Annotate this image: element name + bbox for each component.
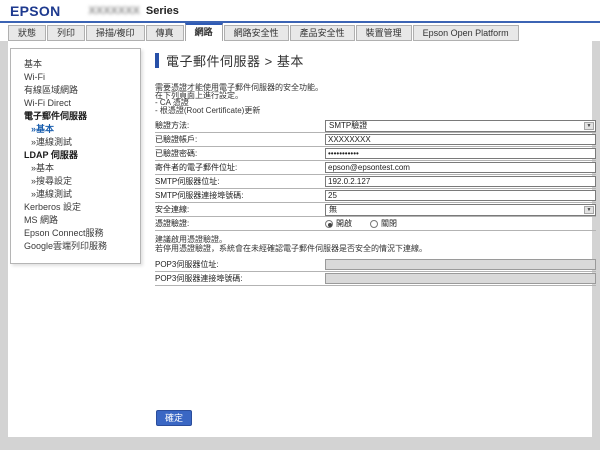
certificate-validation-option-0[interactable]: 開啟	[325, 218, 352, 229]
authenticated-password-control	[325, 148, 596, 159]
sidebar-item-wifi[interactable]: Wi-Fi	[24, 71, 136, 84]
sidebar-item-google-cloud-print-services[interactable]: Google雲端列印服務	[24, 240, 136, 253]
main-content: 電子郵件伺服器 > 基本 需要憑證才能使用電子郵件伺服器的安全功能。在下列頁面上…	[155, 52, 596, 286]
sidebar-item-wired-lan[interactable]: 有線區域網路	[24, 84, 136, 97]
sidebar-section-ldap-server: LDAP 伺服器	[24, 149, 136, 162]
authenticated-account-label: 已驗證帳戶:	[155, 134, 325, 145]
authenticated-account-control	[325, 134, 596, 145]
tab-fax[interactable]: 傳真	[146, 25, 184, 41]
page-description: 需要憑證才能使用電子郵件伺服器的安全功能。在下列頁面上進行設定。- CA 憑證-…	[155, 84, 596, 114]
email-server-form: 驗證方法: SMTP驗證 ▼ 已驗證帳戶: 已驗證密碼: 寄件者的電子郵件位址: SMTP伺…	[155, 119, 596, 286]
secure-connection-selected-value: 無	[329, 204, 337, 215]
tab-network[interactable]: 網路	[185, 23, 223, 41]
form-row-pop3-server-port: POP3伺服器連接埠號碼:	[155, 272, 596, 286]
tab-product-security[interactable]: 產品安全性	[290, 25, 355, 41]
form-row-auth-method: 驗證方法: SMTP驗證 ▼	[155, 119, 596, 133]
authenticated-password-input[interactable]	[325, 148, 596, 159]
ok-button[interactable]: 確定	[156, 410, 192, 426]
sidebar-item-ldap-basic[interactable]: »基本	[24, 162, 136, 175]
secure-connection-control: 無▼	[325, 204, 596, 216]
certificate-validation-note: 建議啟用憑證驗證。若停用憑證驗證，系統會在未經確認電子郵件伺服器是否安全的情況下…	[155, 231, 596, 258]
tab-status[interactable]: 狀態	[8, 25, 46, 41]
sender-email-address-label: 寄件者的電子郵件位址:	[155, 162, 325, 173]
note-line: 若停用憑證驗證，系統會在未經確認電子郵件伺服器是否安全的情況下連線。	[155, 244, 596, 253]
auth-method-control: SMTP驗證 ▼	[325, 120, 596, 132]
settings-sidebar: 基本Wi-Fi有線區域網路Wi-Fi Direct電子郵件伺服器»基本»連線測試…	[10, 48, 141, 264]
certificate-validation-option-label: 關閉	[381, 218, 397, 229]
form-row-secure-connection: 安全連線:無▼	[155, 203, 596, 217]
pop3-server-port-input	[325, 273, 596, 284]
content-area: 基本Wi-Fi有線區域網路Wi-Fi Direct電子郵件伺服器»基本»連線測試…	[0, 41, 600, 450]
certificate-validation-radio-group: 開啟 關閉	[325, 218, 596, 229]
secure-connection-label: 安全連線:	[155, 204, 325, 215]
auth-method-selected-value: SMTP驗證	[329, 120, 367, 131]
form-row-pop3-server-address: POP3伺服器位址:	[155, 258, 596, 272]
pop3-server-address-label: POP3伺服器位址:	[155, 259, 325, 270]
radio-button-icon[interactable]	[325, 220, 333, 228]
content-panel: 基本Wi-Fi有線區域網路Wi-Fi Direct電子郵件伺服器»基本»連線測試…	[8, 41, 592, 437]
auth-method-select[interactable]: SMTP驗證 ▼	[325, 120, 596, 132]
pop3-server-port-control	[325, 273, 596, 284]
tab-scan-copy[interactable]: 掃描/複印	[86, 25, 145, 41]
smtp-server-port-control	[325, 190, 596, 201]
form-row-certificate-validation: 憑證驗證: 開啟 關閉	[155, 217, 596, 231]
smtp-server-address-label: SMTP伺服器位址:	[155, 176, 325, 187]
sidebar-section-email-server: 電子郵件伺服器	[24, 110, 136, 123]
tab-epson-open-platform[interactable]: Epson Open Platform	[413, 25, 519, 41]
form-row-sender-email-address: 寄件者的電子郵件位址:	[155, 161, 596, 175]
certificate-validation-label: 憑證驗證:	[155, 218, 325, 229]
sender-email-address-control	[325, 162, 596, 173]
form-row-smtp-server-port: SMTP伺服器連接埠號碼:	[155, 189, 596, 203]
description-line: 在下列頁面上進行設定。	[155, 92, 596, 100]
sidebar-item-basic[interactable]: 基本	[24, 58, 136, 71]
sender-email-address-input[interactable]	[325, 162, 596, 173]
certificate-validation-option-1[interactable]: 關閉	[370, 218, 397, 229]
auth-method-label: 驗證方法:	[155, 120, 325, 131]
sidebar-item-ldap-connection-test[interactable]: »連線測試	[24, 188, 136, 201]
page-title: 電子郵件伺服器 > 基本	[155, 52, 596, 68]
smtp-server-address-input[interactable]	[325, 176, 596, 187]
certificate-validation-option-label: 開啟	[336, 218, 352, 229]
sidebar-item-epson-connect-services[interactable]: Epson Connect服務	[24, 227, 136, 240]
form-row-authenticated-account: 已驗證帳戶:	[155, 133, 596, 147]
series-label: Series	[146, 5, 179, 17]
secure-connection-select[interactable]: 無▼	[325, 204, 596, 216]
epson-web-config-page: EPSON XXXXXXX Series 狀態列印掃描/複印傳真網路網路安全性產…	[0, 0, 600, 450]
certificate-validation-control: 開啟 關閉	[325, 218, 596, 229]
smtp-server-port-label: SMTP伺服器連接埠號碼:	[155, 190, 325, 201]
smtp-server-address-control	[325, 176, 596, 187]
pop3-server-port-label: POP3伺服器連接埠號碼:	[155, 273, 325, 284]
smtp-server-port-input[interactable]	[325, 190, 596, 201]
sidebar-item-email-server-connection-test[interactable]: »連線測試	[24, 136, 136, 149]
app-header: EPSON XXXXXXX Series	[0, 0, 600, 23]
radio-button-icon[interactable]	[370, 220, 378, 228]
tab-network-security[interactable]: 網路安全性	[224, 25, 289, 41]
sidebar-item-wifi-direct[interactable]: Wi-Fi Direct	[24, 97, 136, 110]
form-row-authenticated-password: 已驗證密碼:	[155, 147, 596, 161]
authenticated-account-input[interactable]	[325, 134, 596, 145]
pop3-server-address-input	[325, 259, 596, 270]
top-tab-bar: 狀態列印掃描/複印傳真網路網路安全性產品安全性裝置管理Epson Open Pl…	[0, 23, 600, 41]
description-line: - 根憑證(Root Certificate)更新	[155, 107, 596, 115]
tab-print[interactable]: 列印	[47, 25, 85, 41]
sidebar-item-kerberos-settings[interactable]: Kerberos 設定	[24, 201, 136, 214]
sidebar-item-email-server-basic[interactable]: »基本	[24, 123, 136, 136]
sidebar-item-ms-network[interactable]: MS 網路	[24, 214, 136, 227]
epson-logo: EPSON	[10, 3, 61, 19]
page-title-text: 電子郵件伺服器 > 基本	[166, 51, 304, 70]
pop3-server-address-control	[325, 259, 596, 270]
sidebar-item-ldap-search-settings[interactable]: »搜尋設定	[24, 175, 136, 188]
authenticated-password-label: 已驗證密碼:	[155, 148, 325, 159]
title-accent-bar	[155, 53, 159, 68]
chevron-down-icon[interactable]: ▼	[584, 122, 594, 130]
tab-device-management[interactable]: 裝置管理	[356, 25, 412, 41]
chevron-down-icon[interactable]: ▼	[584, 206, 594, 214]
printer-model-redacted: XXXXXXX	[89, 5, 140, 17]
form-row-smtp-server-address: SMTP伺服器位址:	[155, 175, 596, 189]
